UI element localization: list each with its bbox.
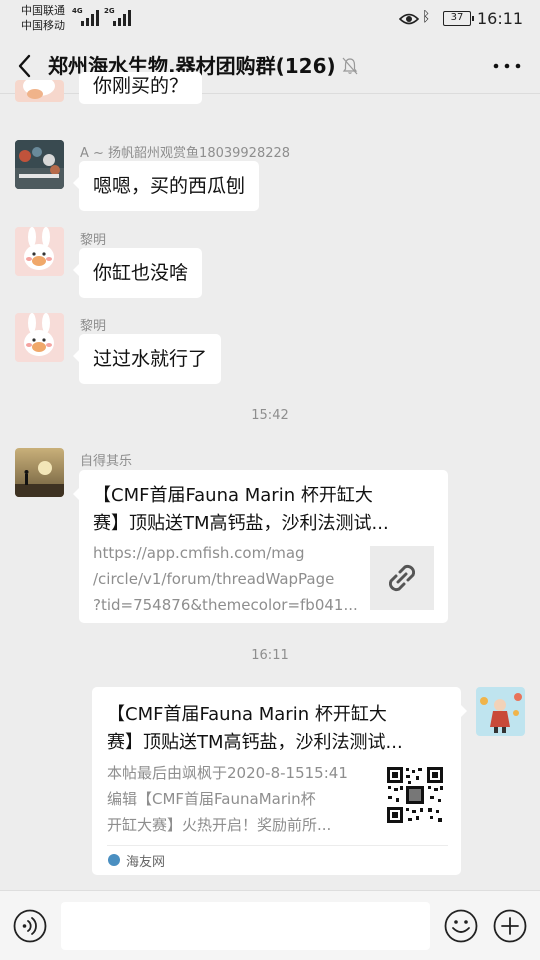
my-avatar[interactable] (476, 687, 525, 736)
eye-comfort-icon (399, 13, 419, 25)
battery-indicator: 37 (443, 11, 474, 26)
message-bubble[interactable]: 过过水就行了 (72, 334, 222, 384)
signal-icon-2 (113, 10, 131, 26)
link-thumbnail (370, 546, 434, 610)
link-card-title: 【CMF首届Fauna Marin 杯开缸大 赛】顶贴送TM高钙盐，沙利法测试.… (93, 485, 389, 534)
qr-code-thumbnail (386, 766, 444, 824)
avatar[interactable] (15, 227, 64, 276)
message-text: 嗯嗯，买的西瓜刨 (93, 175, 246, 197)
message-text: 你缸也没啥 (93, 262, 189, 284)
link-card[interactable]: 【CMF首届Fauna Marin 杯开缸大 赛】顶贴送TM高钙盐，沙利法测试.… (73, 470, 448, 623)
timestamp: 15:42 (251, 408, 289, 423)
plus-more-icon[interactable] (493, 909, 527, 943)
carrier-1: 中国联通 (21, 4, 65, 17)
chat-input-bar (0, 890, 540, 960)
message-text: 你刚买的？ (93, 75, 189, 97)
timestamp: 16:11 (251, 648, 289, 663)
link-card-sent[interactable]: 【CMF首届Fauna Marin 杯开缸大 赛】顶贴送TM高钙盐，沙利法测试.… (92, 687, 467, 875)
message-bubble[interactable]: 你刚买的？ (79, 72, 203, 104)
carrier-names: 中国联通 中国移动 (21, 3, 65, 33)
source-app-icon (108, 854, 120, 866)
status-bar: 中国联通 中国移动 4G 2G ᛒ 37 16:11 (0, 0, 540, 38)
link-card-title: 【CMF首届Fauna Marin 杯开缸大 赛】顶贴送TM高钙盐，沙利法测试.… (107, 704, 403, 753)
message-bubble[interactable]: 你缸也没啥 (72, 248, 203, 298)
avatar[interactable] (15, 448, 64, 497)
avatar[interactable] (15, 80, 64, 102)
bluetooth-icon: ᛒ (422, 9, 431, 25)
message-text: 过过水就行了 (93, 348, 208, 370)
back-arrow-icon[interactable] (14, 52, 36, 80)
card-divider (107, 845, 448, 846)
link-card-url: https://app.cmfish.com/mag /circle/v1/fo… (93, 544, 358, 614)
link-icon (388, 564, 416, 592)
more-options-icon[interactable] (490, 52, 524, 80)
signal-icon (81, 10, 99, 26)
sender-name: 黎明 (80, 233, 107, 248)
carrier-2: 中国移动 (21, 19, 65, 32)
sender-name: 黎明 (80, 319, 107, 334)
sender-name: A ~ 扬帆韶州观赏鱼18039928228 (80, 146, 291, 161)
status-time: 16:11 (477, 9, 524, 28)
avatar[interactable] (15, 140, 64, 189)
mute-bell-icon (342, 57, 358, 75)
source-app-name: 海友网 (126, 855, 166, 870)
avatar[interactable] (15, 313, 64, 362)
message-input[interactable] (61, 902, 430, 950)
link-card-description: 本帖最后由飒枫于2020-8-1515:41 编辑【CMF首届FaunaMari… (107, 764, 348, 834)
sender-name: 自得其乐 (80, 454, 133, 469)
voice-input-icon[interactable] (13, 909, 47, 943)
emoji-icon[interactable] (444, 909, 478, 943)
message-bubble[interactable]: 嗯嗯，买的西瓜刨 (72, 161, 260, 211)
